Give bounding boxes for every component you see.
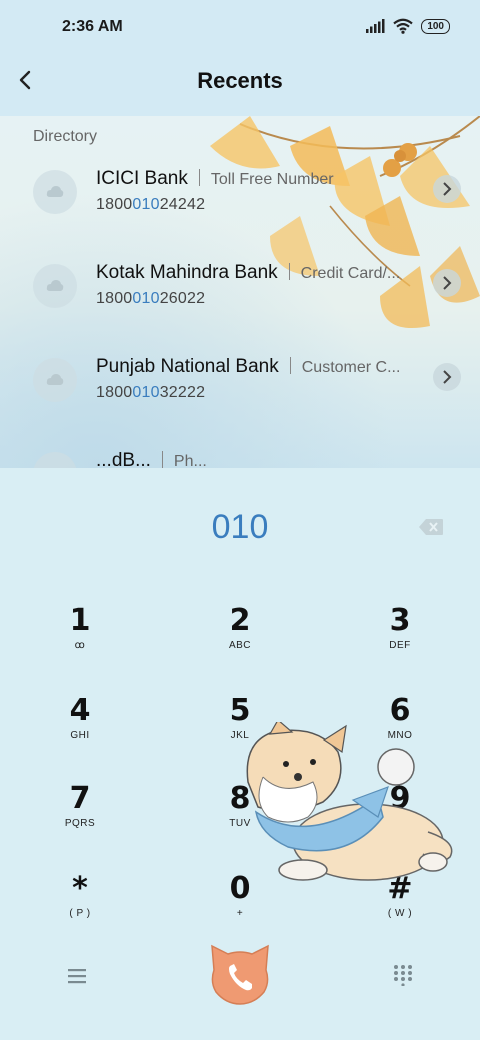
avatar	[33, 264, 77, 308]
item-number: 180001026022	[96, 290, 206, 307]
chevron-right-icon	[443, 276, 452, 290]
call-button[interactable]	[208, 942, 272, 1006]
key-hash[interactable]: #( W )	[340, 872, 460, 952]
status-icons: 100	[365, 18, 450, 34]
dialed-number[interactable]: 010	[0, 508, 480, 547]
key-5[interactable]: 5 JKL	[180, 694, 300, 774]
key-4[interactable]: 4 GHI	[20, 694, 140, 774]
key-9[interactable]: 9 WXYZ	[340, 782, 460, 862]
avatar	[33, 358, 77, 402]
battery-indicator: 100	[421, 18, 450, 34]
details-button[interactable]	[433, 175, 461, 203]
key-2[interactable]: 2 ABC	[180, 604, 300, 684]
status-time: 2:36 AM	[62, 18, 123, 35]
directory-item[interactable]: ICICI Bank Toll Free Number 180001024242	[0, 152, 480, 232]
directory-label: Directory	[33, 128, 98, 145]
keypad-icon[interactable]	[392, 964, 414, 986]
key-0[interactable]: 0 +	[180, 872, 300, 952]
key-1[interactable]: 1ꝏ	[20, 604, 140, 684]
cloud-phone-icon	[46, 374, 64, 385]
header: Recents	[0, 56, 480, 116]
avatar	[33, 170, 77, 214]
voicemail-icon: ꝏ	[74, 640, 86, 651]
item-description: Toll Free Number	[210, 171, 334, 188]
menu-icon[interactable]	[66, 966, 88, 986]
cloud-phone-icon	[46, 186, 64, 197]
cloud-phone-icon	[46, 280, 64, 291]
directory-item[interactable]: ...dB... Ph...	[0, 434, 480, 468]
item-number: 180001032222	[96, 384, 206, 401]
item-description: Customer C...	[301, 359, 401, 376]
directory-item[interactable]: Kotak Mahindra Bank Credit Card/... 18000…	[0, 246, 480, 326]
key-star[interactable]: *( P )	[20, 872, 140, 952]
signal-icon	[366, 19, 385, 33]
directory-item[interactable]: Punjab National Bank Customer C... 180001…	[0, 340, 480, 420]
key-7[interactable]: 7 PQRS	[20, 782, 140, 862]
dialer-pad: 010 1ꝏ 2 ABC 3 DEF 4 GHI 5 JKL 6 MNO 7 PQRS 8T…	[0, 468, 480, 1040]
item-name: ...dB... Ph...	[96, 450, 207, 468]
item-name: Punjab National Bank Customer C...	[96, 356, 401, 377]
item-description: Ph...	[173, 453, 207, 468]
key-8[interactable]: 8 TUV	[180, 782, 300, 862]
backspace-icon[interactable]	[418, 518, 444, 536]
wifi-icon	[393, 18, 414, 34]
page-title: Recents	[197, 68, 283, 93]
key-6[interactable]: 6 MNO	[340, 694, 460, 774]
item-description: Credit Card/...	[300, 265, 401, 282]
item-name: Kotak Mahindra Bank Credit Card/...	[96, 262, 401, 283]
avatar	[33, 452, 77, 468]
details-button[interactable]	[433, 269, 461, 297]
chevron-right-icon	[443, 182, 452, 196]
chevron-right-icon	[443, 370, 452, 384]
item-number: 180001024242	[96, 196, 206, 213]
item-name: ICICI Bank Toll Free Number	[96, 168, 334, 189]
details-button[interactable]	[433, 363, 461, 391]
directory-panel[interactable]: Directory ICICI Bank Toll Free Number 180…	[0, 116, 480, 468]
status-bar: 2:36 AM 100	[0, 0, 480, 56]
key-3[interactable]: 3 DEF	[340, 604, 460, 684]
